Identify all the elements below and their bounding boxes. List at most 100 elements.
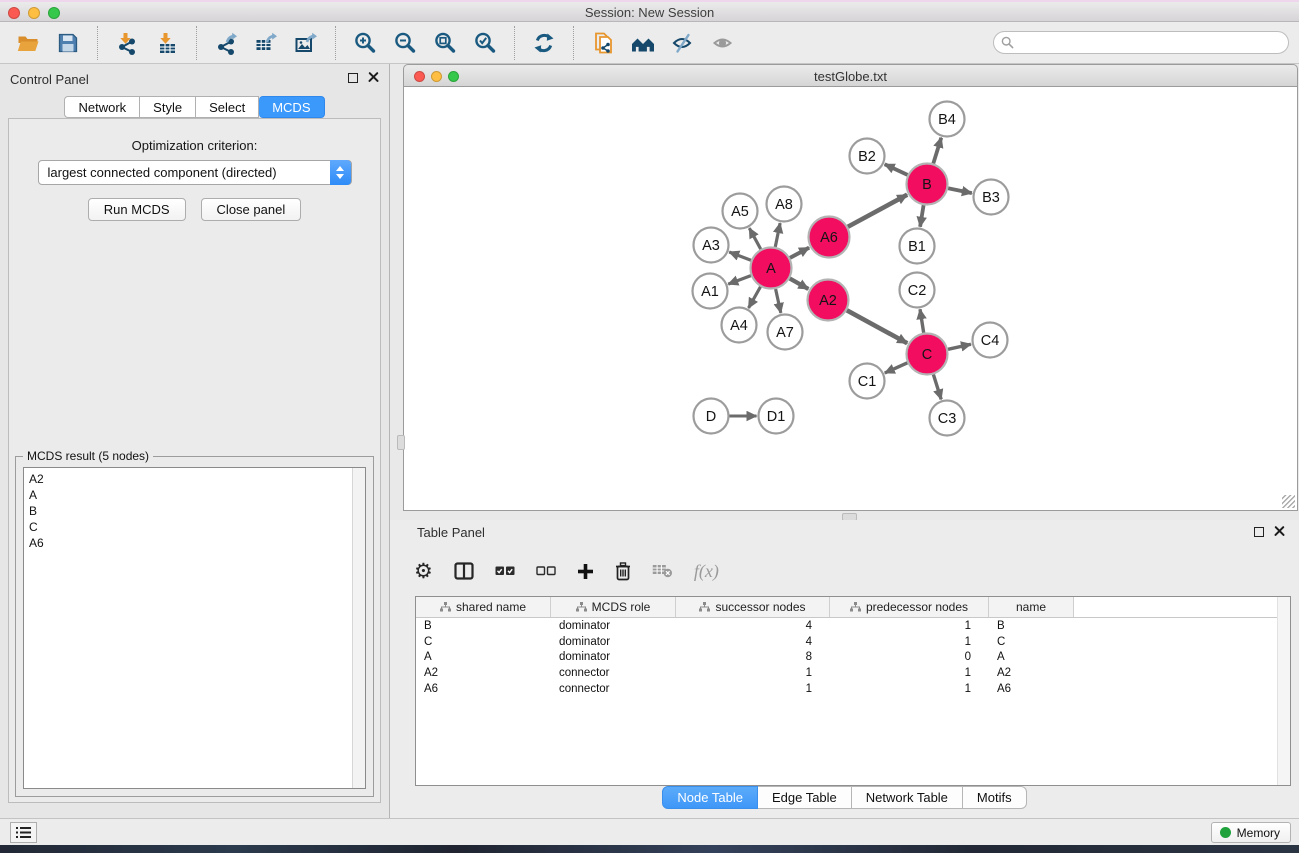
window-resize-grip[interactable] [1282, 495, 1295, 508]
tab-network[interactable]: Network [64, 96, 140, 118]
graph-node-A7[interactable]: A7 [768, 315, 803, 350]
close-table-panel-icon[interactable] [1274, 526, 1285, 537]
run-mcds-button[interactable]: Run MCDS [88, 198, 186, 221]
graph-node-B3[interactable]: B3 [974, 180, 1009, 215]
graph-node-A6[interactable]: A6 [809, 217, 850, 258]
graph-node-A3[interactable]: A3 [694, 228, 729, 263]
graph-node-A5[interactable]: A5 [723, 194, 758, 229]
graph-node-D1[interactable]: D1 [759, 399, 794, 434]
graph-node-C3[interactable]: C3 [930, 401, 965, 436]
graph-node-C[interactable]: C [907, 334, 948, 375]
graph-edge-A2-C[interactable] [847, 310, 907, 343]
graph-edge-A-A5[interactable] [749, 228, 760, 249]
refresh-icon[interactable] [524, 26, 564, 60]
column-header-name[interactable]: name [989, 597, 1074, 617]
export-network-icon[interactable] [206, 26, 246, 60]
graph-edge-C-C1[interactable] [885, 363, 908, 373]
add-column-icon[interactable] [577, 556, 594, 586]
node-table[interactable]: shared nameMCDS rolesuccessor nodesprede… [415, 596, 1291, 786]
show-graphics-details-icon[interactable] [703, 26, 743, 60]
save-session-icon[interactable] [48, 26, 88, 60]
graph-node-A[interactable]: A [751, 248, 792, 289]
show-all-networks-icon[interactable] [623, 26, 663, 60]
graph-edge-B-B2[interactable] [885, 164, 908, 175]
unselect-all-columns-icon[interactable] [536, 556, 556, 586]
vertical-scrollbar-thumb[interactable] [397, 435, 405, 450]
result-list-item[interactable]: C [29, 519, 365, 535]
tab-network-table[interactable]: Network Table [852, 786, 963, 809]
result-list-item[interactable]: A6 [29, 535, 365, 551]
table-row[interactable]: A6connector11A6 [416, 681, 1290, 697]
table-scrollbar[interactable] [1277, 597, 1290, 785]
network-graph[interactable]: B4B2BB3B1A5A8A3A6AA1A2C2A4A7CC4C1C3DD1 [404, 87, 1297, 510]
tab-select[interactable]: Select [196, 96, 259, 118]
table-row[interactable]: Bdominator41B [416, 618, 1290, 634]
zoom-fit-icon[interactable] [425, 26, 465, 60]
delete-column-icon[interactable] [615, 556, 631, 586]
graph-edge-B-B4[interactable] [933, 138, 941, 164]
close-panel-icon[interactable] [368, 72, 379, 83]
copy-style-icon[interactable] [583, 26, 623, 60]
table-settings-gear-icon[interactable]: ⚙ [414, 556, 433, 586]
tab-mcds[interactable]: MCDS [259, 96, 324, 118]
result-list-item[interactable]: B [29, 503, 365, 519]
graph-node-A8[interactable]: A8 [767, 187, 802, 222]
table-row[interactable]: A2connector11A2 [416, 665, 1290, 681]
graph-node-B2[interactable]: B2 [850, 139, 885, 174]
tab-node-table[interactable]: Node Table [662, 786, 758, 809]
column-header-successor-nodes[interactable]: successor nodes [676, 597, 830, 617]
graph-edge-A-A8[interactable] [775, 223, 780, 247]
graph-node-C2[interactable]: C2 [900, 273, 935, 308]
close-panel-button[interactable]: Close panel [201, 198, 302, 221]
graph-node-D[interactable]: D [694, 399, 729, 434]
network-canvas[interactable]: B4B2BB3B1A5A8A3A6AA1A2C2A4A7CC4C1C3DD1 [403, 87, 1298, 511]
graph-edge-A-A3[interactable] [729, 252, 751, 260]
hide-graphics-details-icon[interactable] [663, 26, 703, 60]
column-header-shared-name[interactable]: shared name [416, 597, 551, 617]
graph-edge-A-A4[interactable] [749, 287, 761, 308]
graph-edge-C-C3[interactable] [933, 375, 941, 400]
zoom-out-icon[interactable] [385, 26, 425, 60]
export-image-icon[interactable] [286, 26, 326, 60]
graph-edge-B-B3[interactable] [948, 188, 972, 193]
column-header-predecessor-nodes[interactable]: predecessor nodes [830, 597, 989, 617]
memory-button[interactable]: Memory [1211, 822, 1291, 843]
criterion-dropdown[interactable]: largest connected component (directed) [38, 160, 352, 185]
graph-node-C1[interactable]: C1 [850, 364, 885, 399]
search-input[interactable] [1018, 33, 1288, 52]
select-all-columns-icon[interactable] [495, 556, 515, 586]
column-header-MCDS-role[interactable]: MCDS role [551, 597, 676, 617]
zoom-selected-icon[interactable] [465, 26, 505, 60]
graph-edge-A-A2[interactable] [790, 279, 809, 289]
tab-style[interactable]: Style [140, 96, 196, 118]
graph-node-A4[interactable]: A4 [722, 308, 757, 343]
export-table-icon[interactable] [246, 26, 286, 60]
graph-edge-A6-B[interactable] [848, 195, 907, 227]
tab-motifs[interactable]: Motifs [963, 786, 1027, 809]
graph-node-C4[interactable]: C4 [973, 323, 1008, 358]
graph-edge-A-A1[interactable] [728, 276, 751, 285]
graph-node-A1[interactable]: A1 [693, 274, 728, 309]
tab-edge-table[interactable]: Edge Table [758, 786, 852, 809]
graph-edge-C-C2[interactable] [920, 309, 924, 332]
graph-node-A2[interactable]: A2 [808, 280, 849, 321]
open-file-icon[interactable] [8, 26, 48, 60]
graph-edge-C-C4[interactable] [948, 344, 971, 349]
zoom-in-icon[interactable] [345, 26, 385, 60]
float-panel-icon[interactable] [348, 73, 358, 83]
task-history-button[interactable] [10, 822, 37, 843]
import-network-icon[interactable] [107, 26, 147, 60]
result-list-item[interactable]: A2 [29, 471, 365, 487]
result-list-item[interactable]: A [29, 487, 365, 503]
float-table-panel-icon[interactable] [1254, 527, 1264, 537]
graph-edge-B-B1[interactable] [920, 205, 923, 227]
graph-node-B4[interactable]: B4 [930, 102, 965, 137]
table-row[interactable]: Adominator80A [416, 650, 1290, 666]
graph-edge-A-A6[interactable] [790, 248, 809, 258]
mcds-result-list[interactable]: A2ABCA6 [23, 467, 366, 789]
search-field[interactable] [993, 31, 1289, 54]
toggle-columns-icon[interactable] [454, 556, 474, 586]
table-row[interactable]: Cdominator41C [416, 634, 1290, 650]
graph-edge-A-A7[interactable] [776, 289, 781, 313]
graph-node-B[interactable]: B [907, 164, 948, 205]
